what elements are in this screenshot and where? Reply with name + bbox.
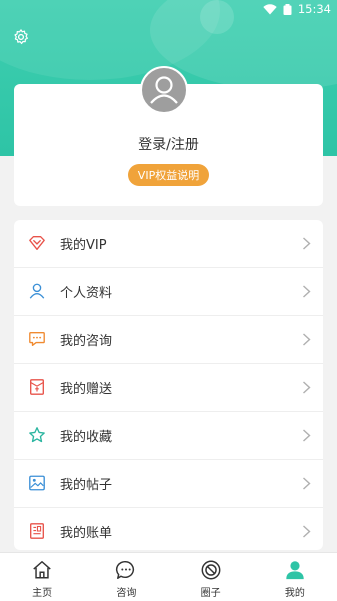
- home-icon: [33, 561, 51, 579]
- default-avatar-icon: [150, 76, 178, 104]
- tab-circle[interactable]: 圈子: [169, 553, 253, 601]
- menu-list: 我的VIP 个人资料 我的咨询 我的赠送 我的收藏 我的帖子 我的账单: [14, 220, 323, 550]
- menu-item-label: 我的VIP: [60, 238, 107, 253]
- bottom-tab-bar: 主页 咨询 圈子 我的: [0, 552, 337, 601]
- login-register-link[interactable]: 登录/注册: [14, 134, 323, 154]
- chevron-right-icon: [303, 333, 311, 346]
- chevron-right-icon: [303, 525, 311, 538]
- menu-item-my-vip[interactable]: 我的VIP: [14, 220, 323, 268]
- vip-benefits-button[interactable]: VIP权益说明: [128, 164, 209, 186]
- menu-item-consultations[interactable]: 我的咨询: [14, 316, 323, 364]
- status-bar: 15:34: [0, 0, 337, 18]
- status-time: 15:34: [297, 2, 331, 16]
- bill-icon: [30, 523, 44, 539]
- chevron-right-icon: [303, 237, 311, 250]
- chevron-right-icon: [303, 429, 311, 442]
- chat-bubble-icon: [29, 332, 45, 346]
- star-icon: [29, 427, 45, 443]
- settings-gear-icon[interactable]: [12, 28, 30, 46]
- menu-item-label: 我的赠送: [60, 382, 113, 397]
- chevron-right-icon: [303, 477, 311, 490]
- tab-mine[interactable]: 我的: [253, 553, 337, 601]
- gift-envelope-icon: [30, 379, 44, 395]
- menu-item-profile[interactable]: 个人资料: [14, 268, 323, 316]
- menu-item-label: 我的帖子: [60, 478, 113, 493]
- profile-icon: [286, 561, 304, 580]
- menu-item-bills[interactable]: 我的账单: [14, 508, 323, 550]
- menu-item-gifts[interactable]: 我的赠送: [14, 364, 323, 412]
- avatar[interactable]: [140, 66, 188, 114]
- menu-item-label: 我的账单: [60, 526, 113, 541]
- menu-item-label: 我的咨询: [60, 334, 113, 349]
- tab-label: 主页: [32, 588, 53, 599]
- menu-item-label: 我的收藏: [60, 430, 113, 445]
- circle-icon: [201, 560, 221, 580]
- chevron-right-icon: [303, 381, 311, 394]
- tab-label: 圈子: [200, 588, 221, 599]
- person-icon: [29, 283, 45, 299]
- tab-label: 我的: [284, 588, 305, 599]
- menu-item-posts[interactable]: 我的帖子: [14, 460, 323, 508]
- menu-item-favorites[interactable]: 我的收藏: [14, 412, 323, 460]
- tab-home[interactable]: 主页: [0, 553, 84, 601]
- menu-item-label: 个人资料: [60, 286, 113, 301]
- tab-label: 咨询: [116, 588, 137, 599]
- chat-icon: [116, 561, 135, 579]
- wifi-icon: [263, 3, 277, 14]
- image-post-icon: [29, 475, 45, 491]
- chevron-right-icon: [303, 285, 311, 298]
- battery-icon: [283, 3, 292, 15]
- tab-consult[interactable]: 咨询: [84, 553, 168, 601]
- diamond-icon: [29, 236, 45, 250]
